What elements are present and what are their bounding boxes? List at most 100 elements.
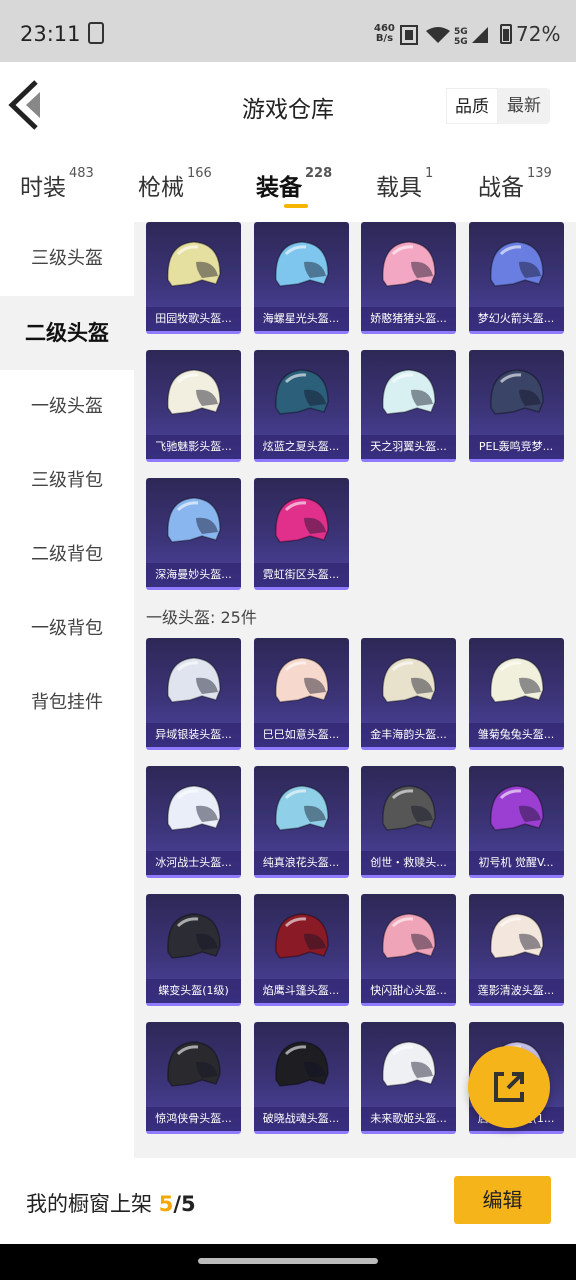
- helmet-icon: [274, 785, 329, 831]
- helmet-icon: [167, 497, 221, 543]
- tab-label: 战备: [478, 175, 524, 201]
- helmet-card[interactable]: 天之羽翼头盔...: [361, 350, 456, 462]
- helmet-icon: [274, 1041, 329, 1087]
- tab-vehicles[interactable]: 载具1: [376, 166, 434, 202]
- status-time: 23:11: [20, 22, 81, 46]
- tab-count: 228: [305, 166, 333, 181]
- helmet-card[interactable]: 雏菊兔兔头盔...: [468, 638, 564, 750]
- helmet-icon: [274, 241, 329, 287]
- helmet-card[interactable]: 初号机 觉醒V...: [468, 766, 564, 878]
- helmet-name: 莲影清波头盔...: [468, 979, 564, 1003]
- helmet-card[interactable]: 深海曼妙头盔...: [146, 478, 241, 590]
- helmet-card[interactable]: 金丰海韵头盔...: [361, 638, 456, 750]
- network-speed: 460 B/s: [374, 24, 395, 44]
- helmet-icon: [274, 657, 329, 703]
- helmet-icon: [382, 913, 436, 959]
- helmet-card[interactable]: 海螺星光头盔...: [253, 222, 349, 334]
- tab-label: 时装: [20, 175, 66, 201]
- helmet-icon: [489, 657, 544, 703]
- helmet-card[interactable]: 梦幻火箭头盔...: [468, 222, 564, 334]
- helmet-icon: [274, 369, 329, 415]
- helmet-name: 海螺星光头盔...: [253, 307, 349, 331]
- category-tabs: 时装483 枪械166 装备228 载具1 战备139: [0, 150, 576, 222]
- svg-text:5G: 5G: [454, 37, 468, 45]
- system-nav-bar: [0, 1244, 576, 1280]
- helmet-name: 蝶变头盔(1级): [146, 979, 241, 1003]
- battery-percent: 72%: [516, 22, 561, 46]
- helmet-icon: [167, 657, 221, 703]
- edit-button[interactable]: 编辑: [454, 1176, 551, 1224]
- tab-count: 483: [69, 166, 94, 181]
- share-button[interactable]: [468, 1046, 550, 1128]
- shelf-label: 我的橱窗上架: [26, 1192, 152, 1216]
- sidebar-item-level1-helmet[interactable]: 一级头盔: [0, 370, 134, 444]
- sidebar-item-level2-helmet[interactable]: 二级头盔: [0, 296, 134, 370]
- helmet-icon: [382, 1041, 436, 1087]
- helmet-name: 娇憨猪猪头盔...: [361, 307, 456, 331]
- helmet-card[interactable]: 破晓战魂头盔...: [253, 1022, 349, 1134]
- helmet-card[interactable]: 娇憨猪猪头盔...: [361, 222, 456, 334]
- helmet-card[interactable]: 蝶变头盔(1级): [146, 894, 241, 1006]
- helmet-name: 炫蓝之夏头盔...: [253, 435, 349, 459]
- tab-fashion[interactable]: 时装483: [20, 166, 94, 202]
- tab-battle-prep[interactable]: 战备139: [478, 166, 552, 202]
- helmet-icon: [167, 1041, 221, 1087]
- tab-firearms[interactable]: 枪械166: [138, 166, 212, 202]
- tab-count: 139: [527, 166, 552, 181]
- shelf-status: 我的橱窗上架 5/5: [26, 1188, 196, 1218]
- helmet-card[interactable]: 创世・救赎头...: [361, 766, 456, 878]
- shelf-count: 5: [158, 1192, 174, 1216]
- sidebar-item-level1-backpack[interactable]: 一级背包: [0, 592, 134, 666]
- helmet-icon: [167, 913, 221, 959]
- helmet-card[interactable]: 异域银装头盔...: [146, 638, 241, 750]
- helmet-card[interactable]: 纯真浪花头盔...: [253, 766, 349, 878]
- sidebar-item-level3-backpack[interactable]: 三级背包: [0, 444, 134, 518]
- tab-count: 1: [425, 166, 434, 181]
- section-title: 一级头盔: 25件: [146, 608, 257, 627]
- helmet-name: 创世・救赎头...: [361, 851, 456, 875]
- helmet-card[interactable]: PEL轰鸣竞梦...: [468, 350, 564, 462]
- helmet-name: 异域银装头盔...: [146, 723, 241, 747]
- item-grid-area[interactable]: 田园牧歌头盔... 海螺星光头盔... 娇憨猪猪头盔... 梦幻火箭头盔... 飞驰魅影…: [134, 222, 576, 1158]
- helmet-name: 纯真浪花头盔...: [253, 851, 349, 875]
- battery-icon: [500, 24, 512, 44]
- helmet-card[interactable]: 巳巳如意头盔...: [253, 638, 349, 750]
- external-link-icon: [494, 1072, 524, 1102]
- helmet-card[interactable]: 莲影清波头盔...: [468, 894, 564, 1006]
- tab-equipment[interactable]: 装备228: [256, 166, 333, 202]
- helmet-icon: [382, 785, 436, 831]
- helmet-icon: [274, 497, 329, 543]
- helmet-icon: [489, 241, 544, 287]
- helmet-name: 未来歌姬头盔...: [361, 1107, 456, 1131]
- helmet-name: 霓虹街区头盔...: [253, 563, 349, 587]
- sort-latest-button[interactable]: 最新: [498, 88, 550, 124]
- sidebar-item-level3-helmet[interactable]: 三级头盔: [0, 222, 134, 296]
- bottom-bar: 我的橱窗上架 5/5 编辑: [0, 1158, 576, 1244]
- status-bar: 23:11 460 B/s 5G 5G 72%: [0, 0, 576, 62]
- helmet-name: 金丰海韵头盔...: [361, 723, 456, 747]
- helmet-icon: [274, 913, 329, 959]
- home-indicator[interactable]: [198, 1258, 378, 1264]
- cellular-signal-icon: 5G 5G: [454, 27, 488, 45]
- sort-toggle: 品质 最新: [446, 88, 550, 124]
- sidebar-item-level2-backpack[interactable]: 二级背包: [0, 518, 134, 592]
- helmet-card[interactable]: 焰鹰斗篷头盔...: [253, 894, 349, 1006]
- helmet-icon: [382, 657, 436, 703]
- helmet-card[interactable]: 冰河战士头盔...: [146, 766, 241, 878]
- helmet-name: 初号机 觉醒V...: [468, 851, 564, 875]
- sort-quality-button[interactable]: 品质: [446, 88, 498, 124]
- helmet-card[interactable]: 炫蓝之夏头盔...: [253, 350, 349, 462]
- helmet-icon: [489, 369, 544, 415]
- helmet-card[interactable]: 惊鸿侠骨头盔...: [146, 1022, 241, 1134]
- sidebar-item-backpack-charm[interactable]: 背包挂件: [0, 666, 134, 740]
- helmet-card[interactable]: 快闪甜心头盔...: [361, 894, 456, 1006]
- helmet-name: 巳巳如意头盔...: [253, 723, 349, 747]
- nfc-icon: [400, 25, 418, 45]
- helmet-card[interactable]: 霓虹街区头盔...: [253, 478, 349, 590]
- helmet-icon: [489, 785, 544, 831]
- wifi-icon: [426, 27, 450, 43]
- helmet-card[interactable]: 未来歌姬头盔...: [361, 1022, 456, 1134]
- helmet-card[interactable]: 飞驰魅影头盔...: [146, 350, 241, 462]
- helmet-card[interactable]: 田园牧歌头盔...: [146, 222, 241, 334]
- tab-label: 装备: [256, 175, 302, 201]
